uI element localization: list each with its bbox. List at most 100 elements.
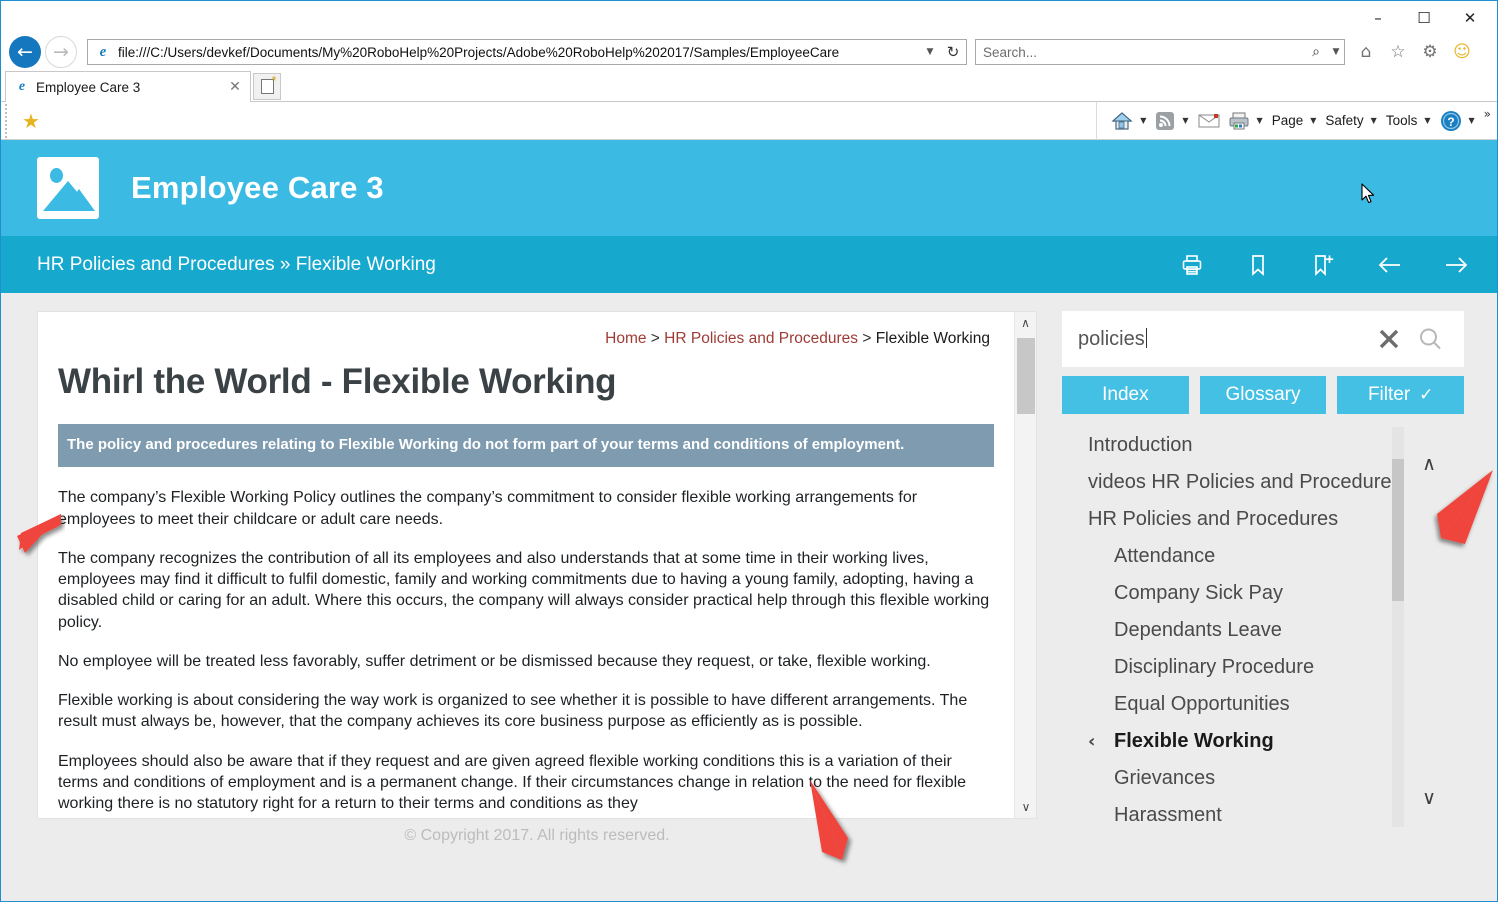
address-dropdown-icon[interactable]: ▼ — [920, 47, 940, 57]
add-bookmark-icon[interactable] — [1311, 252, 1337, 278]
toc-scrollbar-thumb[interactable] — [1392, 459, 1404, 601]
toc-item-disciplinary-procedure[interactable]: Disciplinary Procedure — [1062, 649, 1442, 686]
tab-favicon-icon: e — [18, 79, 26, 94]
toc-scroll-up-icon[interactable]: ∧ — [1422, 453, 1436, 475]
index-button[interactable]: Index — [1062, 376, 1189, 414]
toc-item-company-sick-pay[interactable]: Company Sick Pay — [1062, 575, 1442, 612]
sidebar-search-box[interactable]: policies — [1062, 311, 1464, 367]
home-icon[interactable]: ⌂ — [1353, 39, 1379, 65]
toc-item-introduction[interactable]: Introduction — [1062, 427, 1442, 464]
navigation-bar: ← → e file:///C:/Users/devkef/Documents/… — [1, 35, 1497, 69]
copyright-footer: © Copyright 2017. All rights reserved. — [404, 827, 670, 844]
webpage-viewport: Employee Care 3 HR Policies and Procedur… — [1, 140, 1497, 901]
sidebar-buttons: Index Glossary Filter ✓ — [1062, 376, 1465, 414]
topic-toolbar — [1179, 252, 1469, 278]
toc-scrollbar[interactable] — [1392, 427, 1404, 827]
cmd-safety-label: Safety — [1325, 113, 1364, 128]
breadcrumb-home[interactable]: Home — [605, 330, 646, 347]
address-bar[interactable]: e file:///C:/Users/devkef/Documents/My%2… — [87, 39, 967, 65]
cmd-page-menu[interactable]: Page — [1268, 102, 1308, 140]
new-tab-icon — [260, 73, 277, 94]
overflow-chevrons-icon[interactable]: » — [1480, 107, 1497, 135]
toc-item-hr-policies-and-procedures[interactable]: HR Policies and Procedures — [1062, 501, 1442, 538]
paragraph: No employee will be treated less favorab… — [58, 652, 931, 670]
previous-topic-icon[interactable] — [1377, 252, 1403, 278]
cmd-tools-label: Tools — [1385, 113, 1418, 128]
refresh-icon[interactable]: ↻ — [940, 43, 966, 61]
breadcrumb-section[interactable]: HR Policies and Procedures — [664, 330, 858, 347]
breadcrumb-current: Flexible Working — [875, 330, 990, 347]
next-topic-icon[interactable] — [1443, 252, 1469, 278]
minimize-button[interactable]: – — [1355, 3, 1401, 33]
cmd-help-icon[interactable]: ? — [1436, 102, 1466, 140]
glossary-button[interactable]: Glossary — [1199, 376, 1327, 414]
bookmark-icon[interactable] — [1245, 252, 1271, 278]
search-input[interactable]: policies — [1078, 327, 1368, 351]
chevron-down-icon[interactable]: ▼ — [1466, 116, 1480, 125]
address-input[interactable]: file:///C:/Users/devkef/Documents/My%20R… — [118, 45, 920, 60]
site-title: Employee Care 3 — [131, 170, 384, 205]
toolbar-grip[interactable] — [1, 101, 11, 140]
chevron-down-icon[interactable]: ▼ — [1254, 116, 1268, 125]
toc-item-label: Disciplinary Procedure — [1114, 656, 1315, 678]
toc-item-label: Dependants Leave — [1114, 619, 1282, 641]
tab-strip: e Employee Care 3 ✕ — [1, 69, 1497, 102]
chevron-left-icon: ‹ — [1088, 731, 1096, 752]
favorites-star-icon[interactable]: ☆ — [1385, 39, 1411, 65]
maximize-button[interactable]: ☐ — [1401, 3, 1447, 33]
close-x-icon[interactable] — [1368, 324, 1410, 354]
back-button[interactable]: ← — [9, 36, 41, 68]
toc-panel[interactable]: Introduction videos HR Policies and Proc… — [1062, 427, 1464, 827]
close-button[interactable]: ✕ — [1447, 3, 1493, 33]
search-input-value: policies — [1078, 327, 1145, 350]
new-tab-button[interactable] — [253, 73, 281, 100]
search-icon[interactable] — [1410, 325, 1450, 353]
toc-item-equal-opportunities[interactable]: Equal Opportunities — [1062, 686, 1442, 723]
index-button-label: Index — [1102, 384, 1149, 405]
tab-employee-care-3[interactable]: e Employee Care 3 ✕ — [5, 71, 251, 102]
breadcrumb: Home > HR Policies and Procedures > Flex… — [58, 330, 994, 348]
gear-icon[interactable]: ⚙ — [1417, 39, 1443, 65]
cmd-print-icon[interactable] — [1224, 102, 1254, 140]
cmd-safety-menu[interactable]: Safety — [1321, 102, 1367, 140]
policy-callout: The policy and procedures relating to Fl… — [58, 424, 994, 468]
chevron-down-icon[interactable]: ▼ — [1137, 116, 1151, 125]
title-bar: – ☐ ✕ — [1, 1, 1497, 35]
toc-item-label: Company Sick Pay — [1114, 582, 1283, 604]
chevron-down-icon[interactable]: ▼ — [1421, 116, 1435, 125]
chevron-down-icon[interactable]: ▼ — [1307, 116, 1321, 125]
browser-search-input[interactable]: Search... — [976, 45, 1304, 60]
scroll-down-icon[interactable]: ∨ — [1015, 796, 1036, 818]
toc-item-grievances[interactable]: Grievances — [1062, 760, 1442, 797]
cmd-feeds-icon[interactable] — [1151, 102, 1179, 140]
cmd-home-icon[interactable] — [1107, 102, 1137, 140]
text-caret — [1145, 327, 1147, 348]
filter-button[interactable]: Filter ✓ — [1337, 376, 1465, 414]
chevron-down-icon[interactable]: ▼ — [1179, 116, 1193, 125]
close-icon[interactable]: ✕ — [226, 79, 244, 95]
toc-item-attendance[interactable]: Attendance — [1062, 538, 1442, 575]
browser-search-box[interactable]: Search... ⌕ ▼ — [975, 39, 1345, 65]
cmd-mail-icon[interactable] — [1194, 102, 1224, 140]
glossary-button-label: Glossary — [1225, 384, 1301, 405]
forward-button[interactable]: → — [45, 36, 77, 68]
chevron-down-icon[interactable]: ▼ — [1328, 47, 1344, 57]
toc-item-videos-hr-policies-and-procedures[interactable]: videos HR Policies and Procedures — [1062, 464, 1442, 501]
image-placeholder-icon — [37, 157, 99, 219]
toc-scroll-down-icon[interactable]: ∨ — [1422, 787, 1436, 809]
toc-item-dependants-leave[interactable]: Dependants Leave — [1062, 612, 1442, 649]
ie-favicon-icon: e — [99, 43, 107, 60]
toc-item-flexible-working[interactable]: ‹ Flexible Working — [1062, 723, 1442, 760]
smiley-feedback-icon[interactable]: ☺ — [1449, 39, 1475, 65]
cmd-tools-menu[interactable]: Tools — [1382, 102, 1422, 140]
topic-scrollbar[interactable]: ∧ ∨ — [1014, 312, 1036, 818]
search-icon[interactable]: ⌕ — [1304, 44, 1328, 60]
toc-item-harassment[interactable]: Harassment — [1062, 797, 1442, 827]
scrollbar-thumb[interactable] — [1017, 338, 1035, 414]
favorites-bar-star-icon[interactable]: ★ — [11, 102, 51, 140]
chevron-down-icon[interactable]: ▼ — [1368, 116, 1382, 125]
topic-bar: HR Policies and Procedures » Flexible Wo… — [1, 236, 1497, 293]
print-icon[interactable] — [1179, 252, 1205, 278]
scroll-up-icon[interactable]: ∧ — [1015, 312, 1036, 334]
toc-item-label: Introduction — [1088, 434, 1193, 456]
